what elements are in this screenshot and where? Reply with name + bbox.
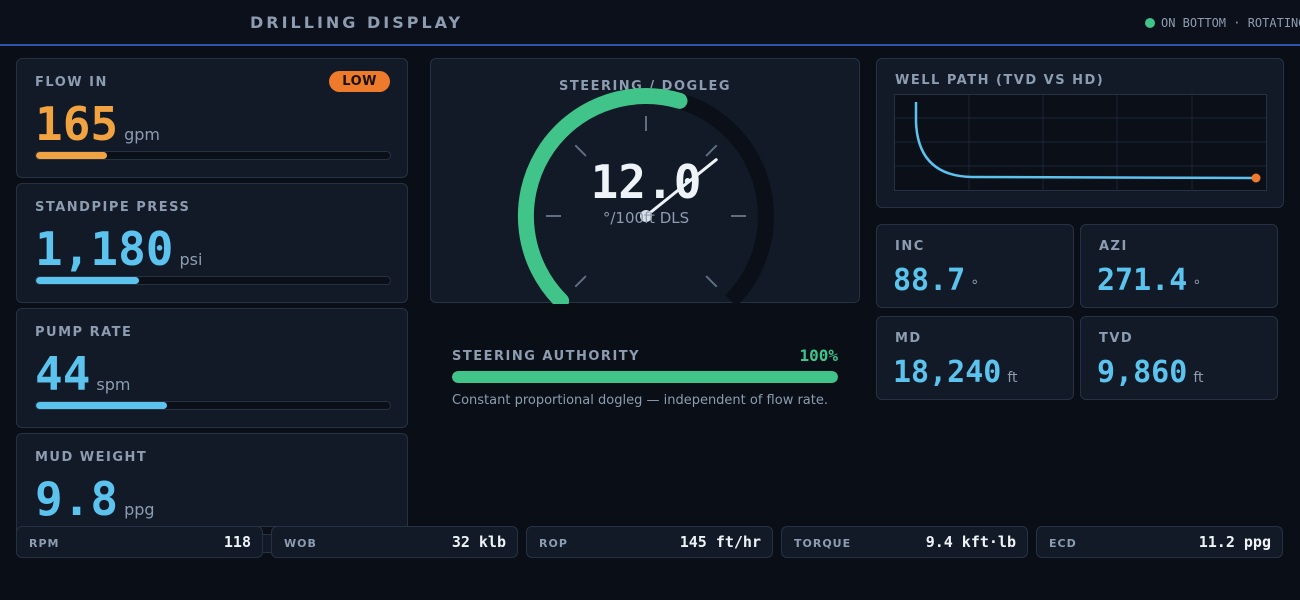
tvd-tile: TVD 9,860 ft	[1080, 316, 1278, 400]
well-path-plot	[894, 94, 1267, 191]
dogleg-unit: °/100ft DLS	[602, 209, 690, 227]
inc-tile: INC 88.7 °	[876, 224, 1074, 308]
ecd-value: 11.2 ppg	[1198, 533, 1271, 551]
wob-cell: WOB 32 klb	[271, 526, 518, 558]
torque-value: 9.4 kft·lb	[925, 533, 1016, 551]
pump-rate-value: 44	[35, 347, 91, 401]
steering-authority-note: Constant proportional dogleg — independe…	[452, 393, 829, 408]
standpipe-press-bar-fill	[36, 277, 139, 284]
md-value: 18,240	[893, 355, 1002, 390]
md-unit: ft	[1007, 370, 1018, 386]
page-title: DRILLING DISPLAY	[250, 13, 464, 32]
steering-authority-percent: 100%	[799, 346, 838, 365]
rop-cell: ROP 145 ft/hr	[526, 526, 773, 558]
inc-unit: °	[971, 278, 979, 294]
mud-weight-value: 9.8	[35, 472, 119, 526]
tvd-unit: ft	[1193, 370, 1204, 386]
wob-value: 32 klb	[451, 533, 506, 551]
status-text: ON BOTTOM · ROTATING	[1161, 16, 1300, 30]
azi-tile: AZI 271.4 °	[1080, 224, 1278, 308]
rig-status: ON BOTTOM · ROTATING	[1145, 16, 1300, 30]
pump-rate-panel: PUMP RATE 44 spm	[16, 308, 408, 428]
ecd-label: ECD	[1049, 537, 1077, 550]
gauge-tick	[574, 275, 587, 288]
status-dot-icon	[1145, 18, 1155, 28]
azi-unit: °	[1193, 278, 1201, 294]
torque-cell: TORQUE 9.4 kft·lb	[781, 526, 1028, 558]
pump-rate-bar-fill	[36, 402, 167, 409]
md-tile: MD 18,240 ft	[876, 316, 1074, 400]
flow-in-bar-fill	[36, 152, 107, 159]
pump-rate-label: PUMP RATE	[35, 325, 133, 340]
well-path-title: WELL PATH (TVD vs HD)	[895, 73, 1105, 88]
tvd-label: TVD	[1099, 331, 1134, 346]
standpipe-press-label: STANDPIPE PRESS	[35, 200, 191, 215]
rpm-cell: RPM 118	[16, 526, 263, 558]
dogleg-value: 12.0	[590, 155, 702, 209]
azi-label: AZI	[1099, 239, 1128, 254]
bit-position-marker	[1251, 173, 1261, 183]
pump-rate-unit: spm	[96, 375, 131, 394]
steering-authority-bar	[452, 371, 838, 383]
azi-value: 271.4	[1097, 263, 1188, 298]
pump-rate-bar	[35, 401, 391, 410]
md-label: MD	[895, 331, 922, 346]
flow-in-label: FLOW IN	[35, 75, 108, 90]
mud-weight-unit: ppg	[124, 500, 155, 519]
inc-label: INC	[895, 239, 925, 254]
flow-low-badge: LOW	[329, 71, 390, 92]
tvd-value: 9,860	[1097, 355, 1188, 390]
flow-in-unit: gpm	[124, 125, 160, 144]
rop-value: 145 ft/hr	[679, 533, 761, 551]
gauge-tick	[705, 275, 718, 288]
inc-value: 88.7	[893, 263, 966, 298]
standpipe-press-panel: STANDPIPE PRESS 1,180 psi	[16, 183, 408, 303]
steering-authority-label: STEERING AUTHORITY	[452, 349, 641, 364]
flow-in-bar	[35, 151, 391, 160]
standpipe-press-bar	[35, 276, 391, 285]
wob-label: WOB	[284, 537, 317, 550]
steering-gauge-panel: STEERING / DOGLEG 12.0 °/100ft DLS	[430, 58, 860, 304]
standpipe-press-value: 1,180	[35, 222, 174, 276]
steering-authority-fill	[452, 371, 838, 383]
well-path-panel: WELL PATH (TVD vs HD)	[876, 58, 1284, 208]
rop-label: ROP	[539, 537, 568, 550]
standpipe-press-unit: psi	[179, 250, 203, 269]
flow-in-panel: FLOW IN LOW 165 gpm	[16, 58, 408, 178]
rpm-value: 118	[223, 533, 251, 551]
torque-label: TORQUE	[794, 537, 852, 550]
flow-in-value: 165	[35, 97, 119, 151]
ecd-cell: ECD 11.2 ppg	[1036, 526, 1283, 558]
rpm-label: RPM	[29, 537, 60, 550]
mud-weight-label: MUD WEIGHT	[35, 450, 148, 465]
header-bar: DRILLING DISPLAY ON BOTTOM · ROTATING	[0, 0, 1300, 46]
